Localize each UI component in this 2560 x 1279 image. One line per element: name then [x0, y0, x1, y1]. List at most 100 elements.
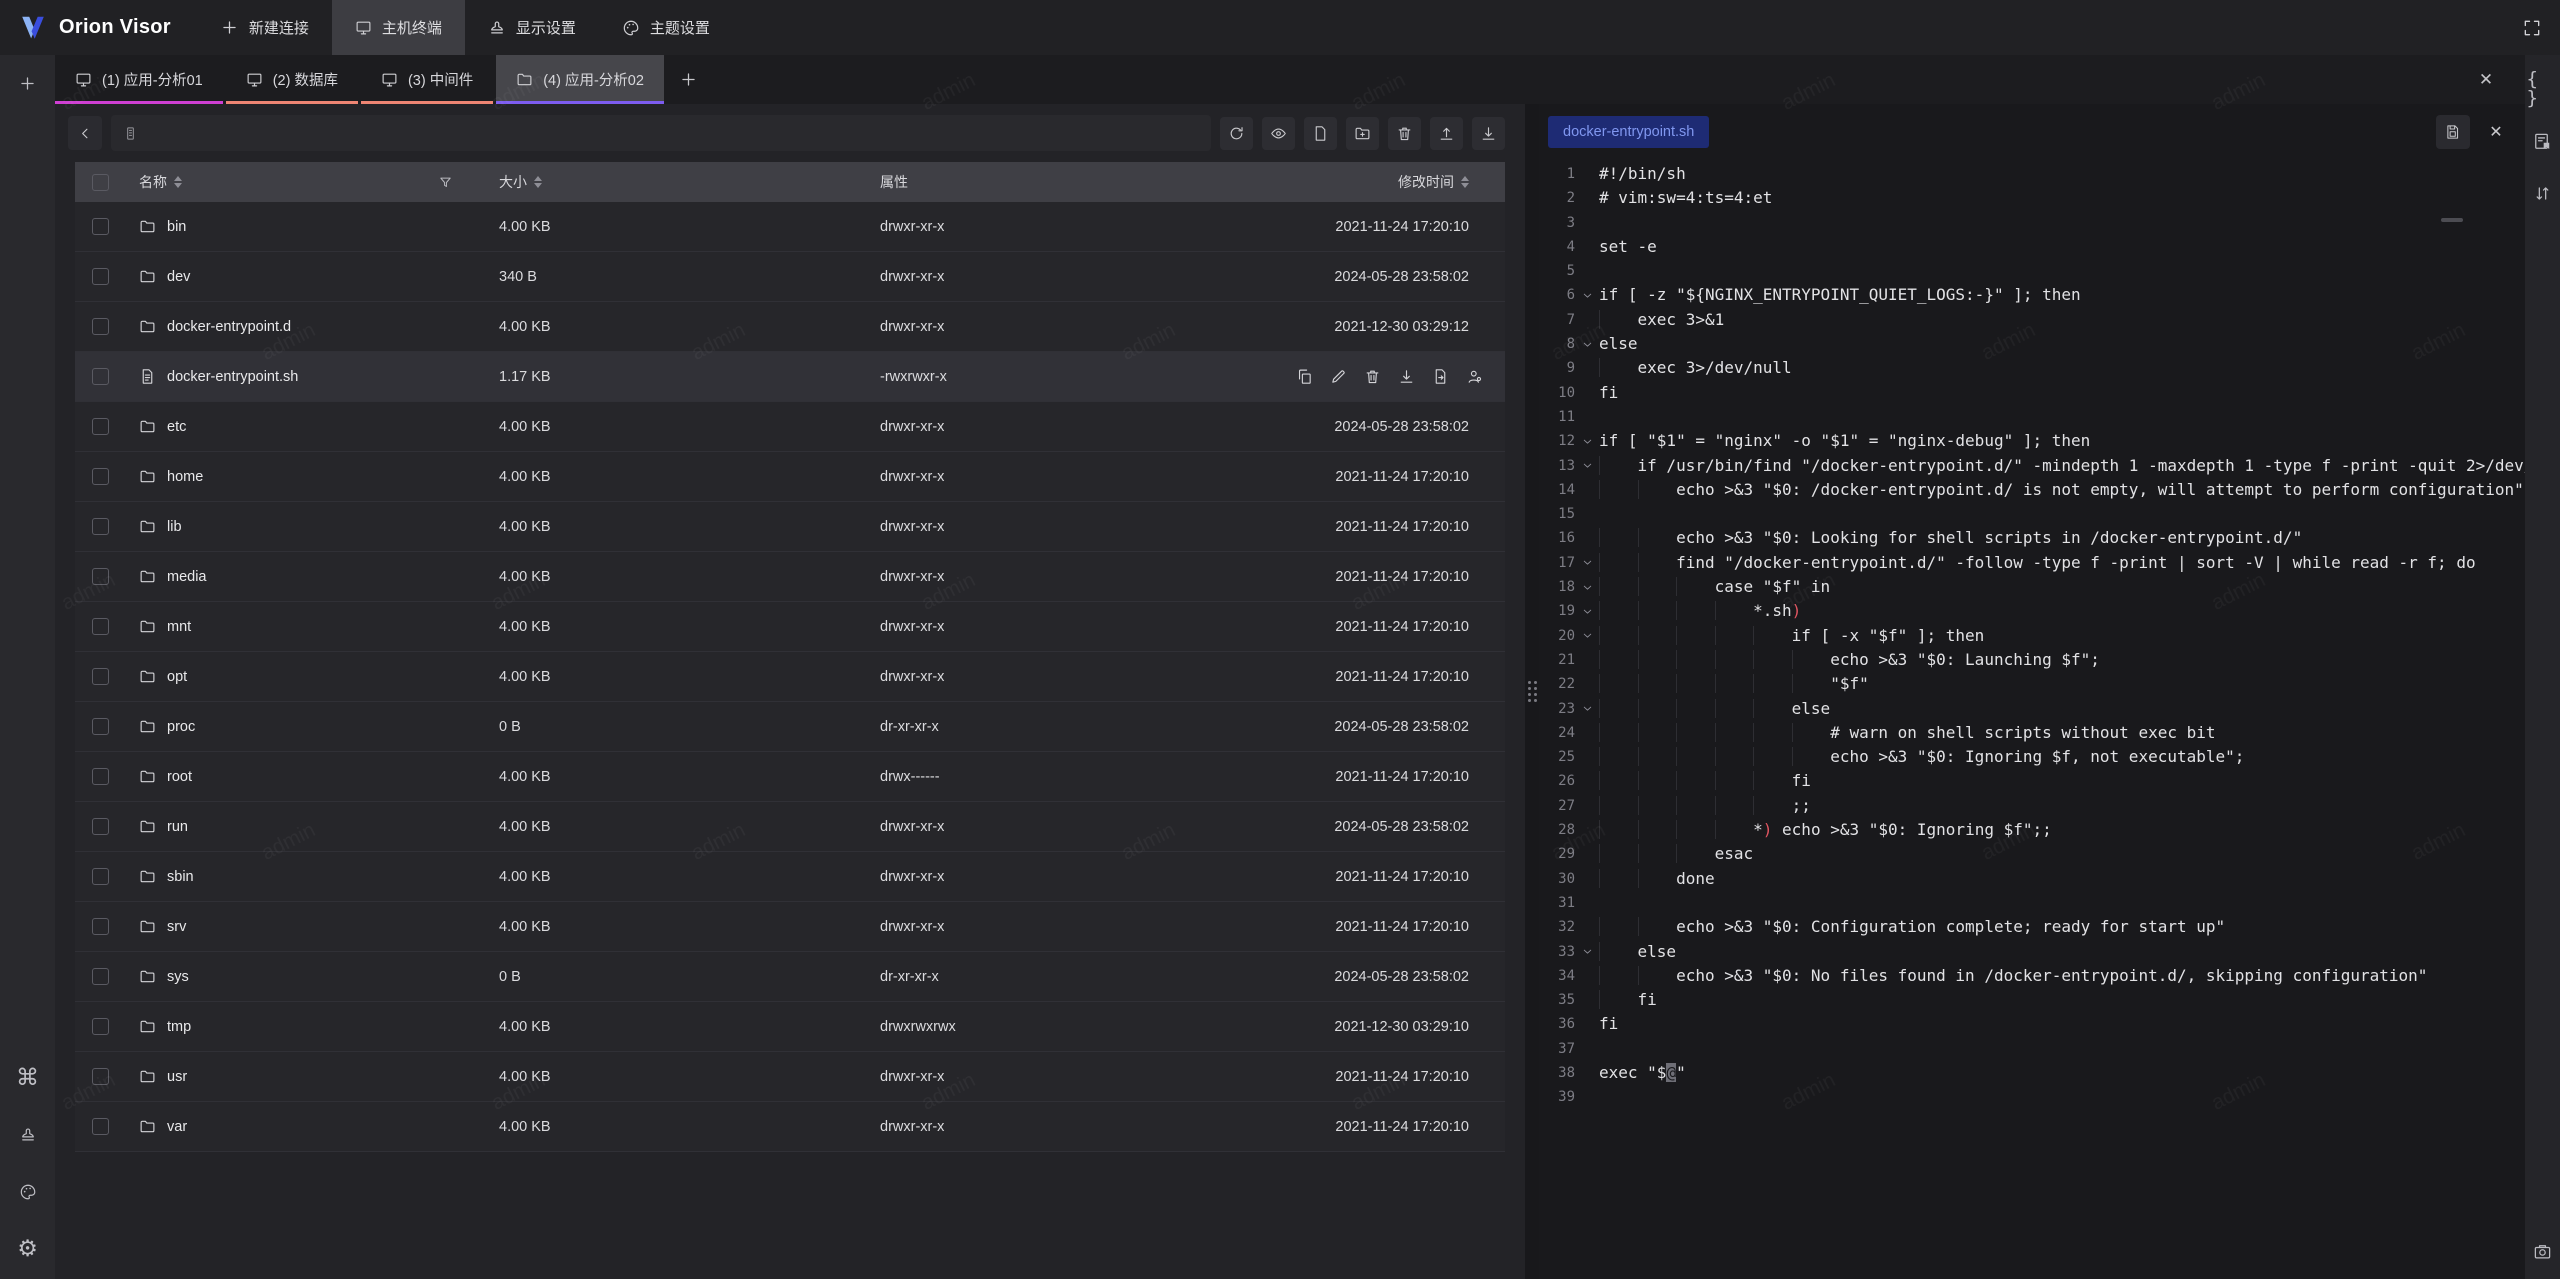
fold-toggle-icon[interactable] — [1575, 429, 1599, 453]
terminal-tab-4[interactable]: (4) 应用-分析02 — [496, 55, 664, 104]
fold-toggle-icon[interactable] — [1575, 599, 1599, 623]
file-row-lib[interactable]: lib 4.00 KB drwxr-xr-x 2021-11-24 17:20:… — [75, 502, 1505, 552]
save-button[interactable] — [2436, 115, 2470, 149]
file-row-sys[interactable]: sys 0 B dr-xr-xr-x 2024-05-28 23:58:02 — [75, 952, 1505, 1002]
row-checkbox[interactable] — [92, 1118, 109, 1135]
rail-gear-button[interactable]: ⚙ — [8, 1229, 48, 1269]
permission-icon[interactable] — [1466, 368, 1483, 385]
row-checkbox[interactable] — [92, 618, 109, 635]
copy-icon[interactable] — [1296, 368, 1313, 385]
filter-funnel-icon[interactable] — [438, 175, 453, 190]
row-checkbox[interactable] — [92, 468, 109, 485]
row-checkbox[interactable] — [92, 818, 109, 835]
panel-resize-handle[interactable] — [1525, 104, 1539, 1279]
code-line: 28 *) echo >&3 "$0: Ignoring $f";; — [1539, 818, 2525, 842]
file-row-dev[interactable]: dev 340 B drwxr-xr-x 2024-05-28 23:58:02 — [75, 252, 1505, 302]
terminal-tab-3[interactable]: (3) 中间件 — [361, 55, 493, 104]
code-area[interactable]: 1#!/bin/sh2# vim:sw=4:ts=4:et34set -e56i… — [1539, 160, 2525, 1279]
file-row-etc[interactable]: etc 4.00 KB drwxr-xr-x 2024-05-28 23:58:… — [75, 402, 1505, 452]
column-header-size[interactable]: 大小 — [465, 172, 860, 192]
new-tab-rail-button[interactable] — [8, 63, 48, 103]
row-checkbox[interactable] — [92, 368, 109, 385]
row-checkbox[interactable] — [92, 918, 109, 935]
eye-button[interactable] — [1262, 117, 1295, 150]
fold-toggle-icon[interactable] — [1575, 283, 1599, 307]
trash-button[interactable] — [1388, 117, 1421, 150]
rail-braces-button[interactable]: { } — [2527, 73, 2559, 105]
rail-command-button[interactable]: ⌘ — [8, 1058, 48, 1098]
row-checkbox[interactable] — [92, 968, 109, 985]
delete-icon[interactable] — [1364, 368, 1381, 385]
fold-toggle-icon[interactable] — [1575, 940, 1599, 964]
fullscreen-button[interactable] — [2512, 8, 2552, 48]
row-checkbox[interactable] — [92, 518, 109, 535]
code-line: 25 echo >&3 "$0: Ignoring $f, not execut… — [1539, 745, 2525, 769]
row-checkbox[interactable] — [92, 268, 109, 285]
row-checkbox[interactable] — [92, 768, 109, 785]
fold-toggle-icon[interactable] — [1575, 575, 1599, 599]
new-folder-button[interactable] — [1346, 117, 1379, 150]
fold-toggle-icon[interactable] — [1575, 697, 1599, 721]
fold-toggle-icon[interactable] — [1575, 624, 1599, 648]
add-tab-button[interactable] — [667, 55, 711, 104]
row-checkbox[interactable] — [92, 1068, 109, 1085]
terminal-tab-2[interactable]: (2) 数据库 — [226, 55, 358, 104]
menu-display-settings[interactable]: 显示设置 — [465, 0, 599, 55]
file-row-usr[interactable]: usr 4.00 KB drwxr-xr-x 2021-11-24 17:20:… — [75, 1052, 1505, 1102]
folder-icon — [516, 71, 533, 88]
fold-toggle-icon[interactable] — [1575, 332, 1599, 356]
move-icon[interactable] — [1432, 368, 1449, 385]
file-row-media[interactable]: media 4.00 KB drwxr-xr-x 2021-11-24 17:2… — [75, 552, 1505, 602]
file-row-opt[interactable]: opt 4.00 KB drwxr-xr-x 2021-11-24 17:20:… — [75, 652, 1505, 702]
open-file-chip[interactable]: docker-entrypoint.sh — [1548, 116, 1709, 148]
fold-toggle-icon[interactable] — [1575, 454, 1599, 478]
row-checkbox[interactable] — [92, 568, 109, 585]
file-row-home[interactable]: home 4.00 KB drwxr-xr-x 2021-11-24 17:20… — [75, 452, 1505, 502]
upload-button[interactable] — [1430, 117, 1463, 150]
file-row-root[interactable]: root 4.00 KB drwx------ 2021-11-24 17:20… — [75, 752, 1505, 802]
row-checkbox[interactable] — [92, 218, 109, 235]
editor-header: docker-entrypoint.sh ✕ — [1539, 104, 2525, 160]
upload-icon — [1438, 125, 1455, 142]
file-row-proc[interactable]: proc 0 B dr-xr-xr-x 2024-05-28 23:58:02 — [75, 702, 1505, 752]
menu-theme-settings[interactable]: 主题设置 — [599, 0, 733, 55]
plus-icon — [220, 18, 239, 37]
file-row-srv[interactable]: srv 4.00 KB drwxr-xr-x 2021-11-24 17:20:… — [75, 902, 1505, 952]
close-editor-button[interactable]: ✕ — [2479, 115, 2513, 149]
file-row-var[interactable]: var 4.00 KB drwxr-xr-x 2021-11-24 17:20:… — [75, 1102, 1505, 1152]
rail-palette-button[interactable] — [8, 1172, 48, 1212]
edit-icon[interactable] — [1330, 368, 1347, 385]
file-row-run[interactable]: run 4.00 KB drwxr-xr-x 2024-05-28 23:58:… — [75, 802, 1505, 852]
fold-toggle-icon[interactable] — [1575, 551, 1599, 575]
download-button[interactable] — [1472, 117, 1505, 150]
file-row-docker-entrypoint.sh[interactable]: docker-entrypoint.sh 1.17 KB -rwxrwxr-x — [75, 352, 1505, 402]
row-checkbox[interactable] — [92, 668, 109, 685]
rail-doc-bookmark-button[interactable] — [2527, 125, 2559, 157]
rail-camera-button[interactable] — [2527, 1235, 2559, 1267]
column-header-mtime[interactable]: 修改时间 — [1255, 172, 1505, 192]
file-row-sbin[interactable]: sbin 4.00 KB drwxr-xr-x 2021-11-24 17:20… — [75, 852, 1505, 902]
row-checkbox[interactable] — [92, 1018, 109, 1035]
row-checkbox[interactable] — [92, 868, 109, 885]
file-row-bin[interactable]: bin 4.00 KB drwxr-xr-x 2021-11-24 17:20:… — [75, 202, 1505, 252]
close-panel-button[interactable]: ✕ — [2471, 65, 2501, 95]
rail-stamp-button[interactable] — [8, 1115, 48, 1155]
refresh-button[interactable] — [1220, 117, 1253, 150]
menu-new-connection[interactable]: 新建连接 — [197, 0, 332, 55]
row-checkbox[interactable] — [92, 418, 109, 435]
file-row-docker-entrypoint.d[interactable]: docker-entrypoint.d 4.00 KB drwxr-xr-x 2… — [75, 302, 1505, 352]
editor-scrollbar-thumb[interactable] — [2441, 218, 2463, 222]
select-all-checkbox[interactable] — [92, 174, 109, 191]
path-input[interactable] — [147, 124, 1199, 142]
file-row-mnt[interactable]: mnt 4.00 KB drwxr-xr-x 2021-11-24 17:20:… — [75, 602, 1505, 652]
back-button[interactable] — [68, 116, 102, 150]
column-header-name[interactable]: 名称 — [125, 172, 465, 192]
row-checkbox[interactable] — [92, 318, 109, 335]
menu-host-terminal[interactable]: 主机终端 — [332, 0, 465, 55]
row-checkbox[interactable] — [92, 718, 109, 735]
terminal-tab-1[interactable]: (1) 应用-分析01 — [55, 55, 223, 104]
download-icon[interactable] — [1398, 368, 1415, 385]
new-file-button[interactable] — [1304, 117, 1337, 150]
rail-sort-lines-button[interactable] — [2527, 177, 2559, 209]
file-row-tmp[interactable]: tmp 4.00 KB drwxrwxrwx 2021-12-30 03:29:… — [75, 1002, 1505, 1052]
